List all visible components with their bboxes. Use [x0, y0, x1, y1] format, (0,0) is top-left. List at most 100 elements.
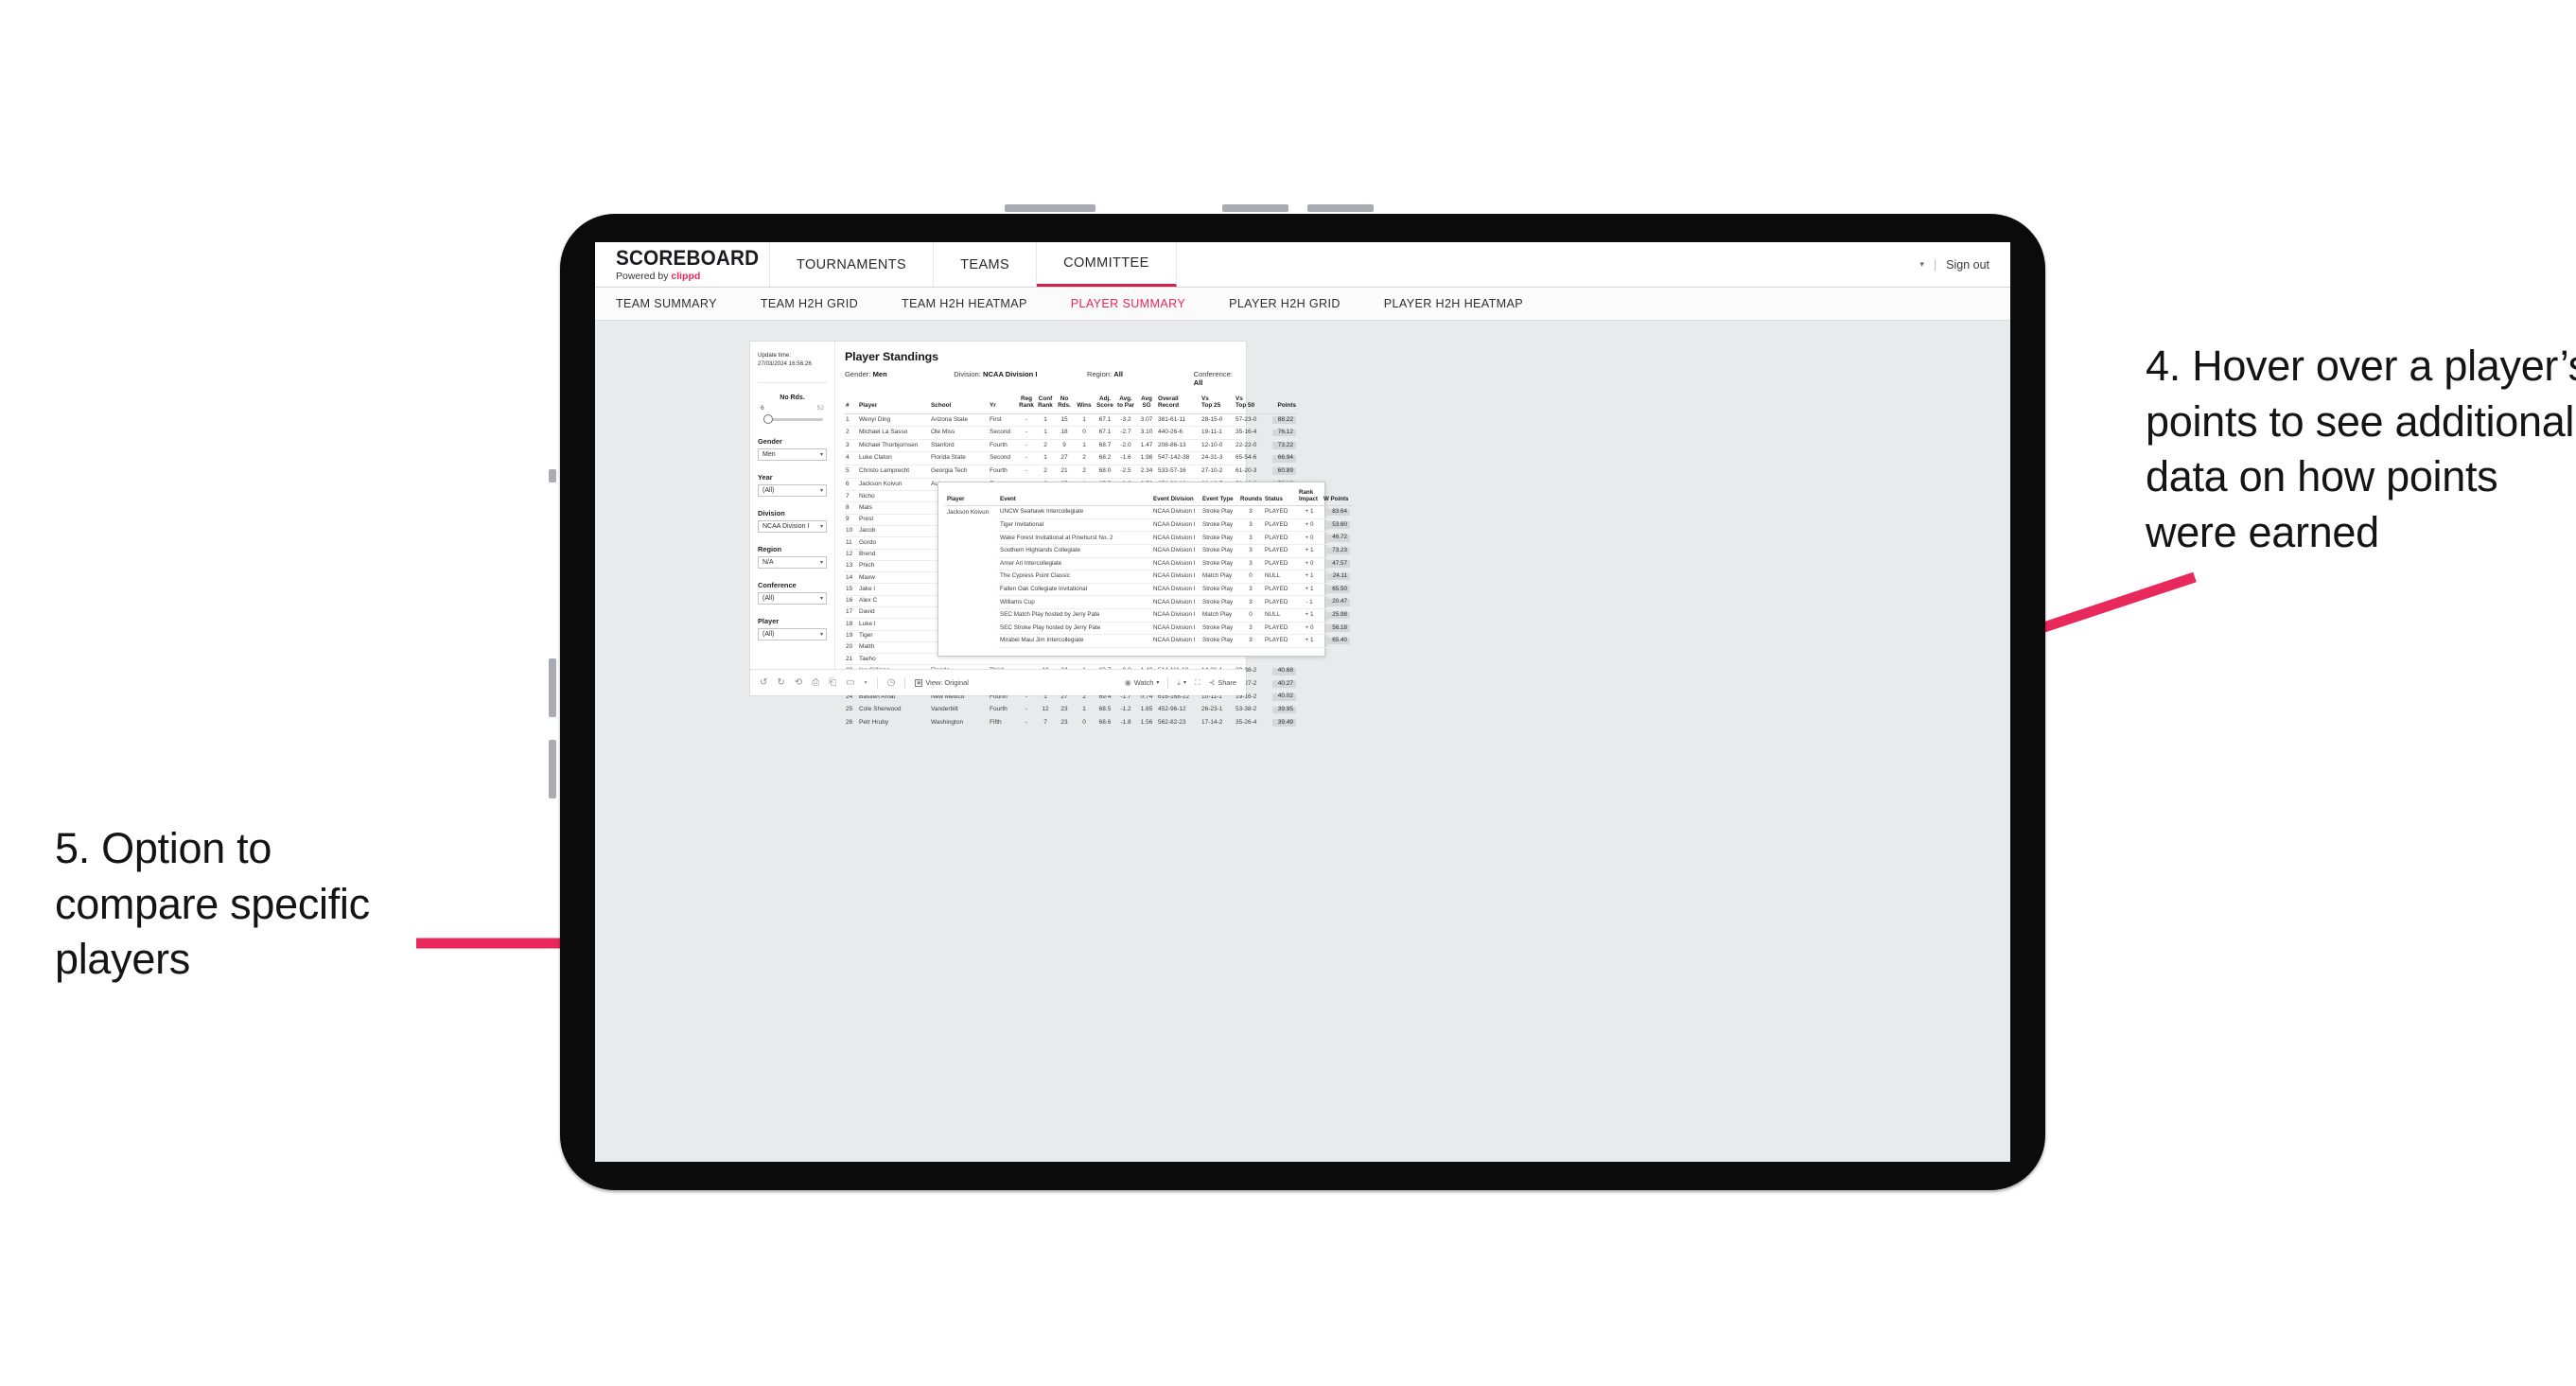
col-wins[interactable]: Wins [1074, 394, 1095, 414]
points-value[interactable]: 40.02 [1271, 693, 1296, 701]
col-points[interactable]: Points [1269, 394, 1297, 414]
table-row[interactable]: 26 Petr Hruby Washington Fifth -7 23 0 68.6 -1.8… [845, 716, 1297, 730]
col-vs-top-25[interactable]: Vs Top 25 [1200, 394, 1235, 414]
points-value[interactable]: 39.49 [1271, 719, 1296, 727]
col-yr[interactable]: Yr [989, 394, 1017, 414]
cell-player: Taeho [858, 653, 930, 666]
tab-player-summary[interactable]: PLAYER SUMMARY [1071, 297, 1208, 310]
volume-down-button[interactable] [1307, 204, 1374, 212]
tooltip-cell-event: SEC Stroke Play hosted by Jerry Pate [998, 622, 1151, 636]
highlight-icon[interactable]: ▭ [846, 677, 854, 688]
meta-region: Region: All [1087, 370, 1194, 387]
col-vs-top-50[interactable]: Vs Top 50 [1235, 394, 1269, 414]
side-button-a[interactable] [549, 658, 556, 717]
tab-team-h2h-grid[interactable]: TEAM H2H GRID [761, 297, 881, 310]
tooltip-cell-rounds: 3 [1238, 583, 1263, 597]
cell-adj-score: 67.1 [1095, 413, 1115, 428]
filter-year-select[interactable]: (All) ▾ [758, 483, 827, 497]
col-player[interactable]: Player [858, 394, 930, 414]
filter-region-select[interactable]: N/A ▾ [758, 555, 827, 569]
col-school[interactable]: School [930, 394, 989, 414]
pause-updates-icon[interactable]: ⎗ [829, 677, 836, 688]
device-preview-icon[interactable]: ◷ [887, 677, 896, 688]
refresh-data-icon[interactable]: ⎙ [812, 677, 819, 688]
tooltip-cell-event: SEC Match Play hosted by Jerry Pate [998, 608, 1151, 623]
col-avg-to-par[interactable]: Avg. to Par [1115, 394, 1136, 414]
table-row[interactable]: 5 Christo Lamprecht Georgia Tech Fourth -2 21… [845, 465, 1297, 479]
table-row[interactable]: 4 Luke Claton Florida State Second -1 27 2 68.2… [845, 451, 1297, 466]
col-conf-rank[interactable]: Conf Rank [1036, 394, 1055, 414]
tooltip-cell-rank-impact: + 1 [1297, 544, 1322, 558]
tt-rank-line1: Rank [1299, 489, 1314, 496]
col-overall-rec[interactable]: Overall Record [1157, 394, 1200, 414]
volume-up-button[interactable] [1222, 204, 1288, 212]
points-value[interactable]: 40.68 [1271, 668, 1296, 675]
points-value[interactable]: 40.27 [1271, 680, 1296, 689]
points-value[interactable]: 73.22 [1271, 442, 1296, 450]
points-value[interactable]: 39.95 [1271, 706, 1296, 714]
tooltip-cell-event-division: NCAA Division I [1151, 634, 1200, 648]
col-rank[interactable]: # [845, 394, 858, 414]
filter-gender-select[interactable]: Men ▾ [758, 447, 827, 461]
annotation-step-5: 5. Option to compare specific players [55, 824, 370, 983]
power-button[interactable] [1005, 204, 1095, 212]
cell--: 7 [845, 490, 858, 503]
nav-committee[interactable]: COMMITTEE [1037, 242, 1177, 287]
nav-tournaments[interactable]: TOURNAMENTS [770, 242, 935, 287]
logo-tagline: Powered by clippd [616, 272, 769, 282]
no-rounds-slider[interactable] [762, 413, 823, 425]
tooltip-cell-rounds: 3 [1238, 518, 1263, 533]
slider-track[interactable] [767, 417, 823, 422]
cell-player: Michael La Sasso [858, 426, 930, 440]
table-row[interactable]: 1 Wenyi Ding Arizona State First -1 15 1 67.1 -3… [845, 413, 1297, 428]
download-button[interactable]: ⤓ ▾ [1177, 678, 1186, 687]
col-reg-rank[interactable]: Reg Rank [1017, 394, 1036, 414]
filter-player-select[interactable]: (All) ▾ [758, 627, 827, 640]
share-icon: ⊰ [1208, 677, 1216, 687]
side-button-b[interactable] [549, 740, 556, 798]
tab-player-h2h-grid[interactable]: PLAYER H2H GRID [1229, 297, 1363, 310]
undo-icon[interactable]: ↺ [760, 677, 767, 688]
cell-reg-rank: - [1017, 716, 1036, 730]
tab-player-h2h-heatmap[interactable]: PLAYER H2H HEATMAP [1384, 297, 1546, 310]
table-row[interactable]: 2 Michael La Sasso Ole Miss Second -1 18 0 67.1… [845, 426, 1297, 440]
revert-icon[interactable]: ⟲ [795, 677, 802, 688]
cell-yr: Second [989, 451, 1017, 466]
points-value[interactable]: 66.94 [1271, 455, 1296, 463]
tooltip-cell-w-points: 65.40 [1322, 634, 1352, 648]
watch-button[interactable]: ◉ Watch ▾ [1125, 678, 1160, 687]
meta-division: Division: NCAA Division I [954, 370, 1087, 387]
sign-out-link[interactable]: Sign out [1946, 258, 1989, 272]
table-row[interactable]: 3 Michael Thorbjornsen Stanford Fourth -2 9 1 6… [845, 439, 1297, 453]
col-avg-sg[interactable]: Avg SG [1136, 394, 1157, 414]
redo-icon[interactable]: ↻ [777, 677, 784, 688]
chevron-down-icon[interactable]: ▾ [1919, 259, 1924, 270]
points-value[interactable]: 88.22 [1271, 416, 1296, 424]
share-button[interactable]: ⊰ Share [1209, 678, 1236, 687]
tt-col-rank-impact: Rank Impact [1297, 488, 1322, 507]
tooltip-cell-status: PLAYED [1263, 544, 1297, 558]
tooltip-cell-status: PLAYED [1263, 531, 1297, 546]
slide-canvas: 4. Hover over a player’s points to see a… [0, 0, 2576, 1386]
filter-conference-select[interactable]: (All) ▾ [758, 591, 827, 605]
tooltip-header-row: Player Event Event Division Event Type R… [945, 488, 1352, 507]
col-adj-score[interactable]: Adj. Score [1095, 394, 1115, 414]
filter-division-select[interactable]: NCAA Division I ▾ [758, 519, 827, 533]
tab-team-summary[interactable]: TEAM SUMMARY [616, 297, 740, 310]
fullscreen-button[interactable]: ⛶ [1195, 678, 1200, 687]
points-value[interactable]: 76.12 [1271, 430, 1296, 437]
slider-handle[interactable] [763, 413, 773, 424]
points-value[interactable]: 60.89 [1271, 467, 1296, 476]
tooltip-cell-event-division: NCAA Division I [1151, 622, 1200, 636]
table-row[interactable]: 25 Cole Sherwood Vanderbilt Fourth -12 23 1 68.… [845, 703, 1297, 717]
col-no-rds[interactable]: No Rds. [1055, 394, 1074, 414]
cell-points: 60.89 [1269, 465, 1297, 479]
tooltip-cell-event-type: Stroke Play [1200, 505, 1238, 519]
cell-reg-rank: - [1017, 426, 1036, 440]
cell-yr: Second [989, 426, 1017, 440]
chevron-down-icon[interactable]: ▾ [865, 680, 867, 686]
nav-teams[interactable]: TEAMS [934, 242, 1038, 287]
app-logo[interactable]: SCOREBOARD Powered by clippd [595, 242, 770, 287]
view-original-button[interactable]: ▣ View: Original [915, 678, 969, 687]
tab-team-h2h-heatmap[interactable]: TEAM H2H HEATMAP [902, 297, 1050, 310]
